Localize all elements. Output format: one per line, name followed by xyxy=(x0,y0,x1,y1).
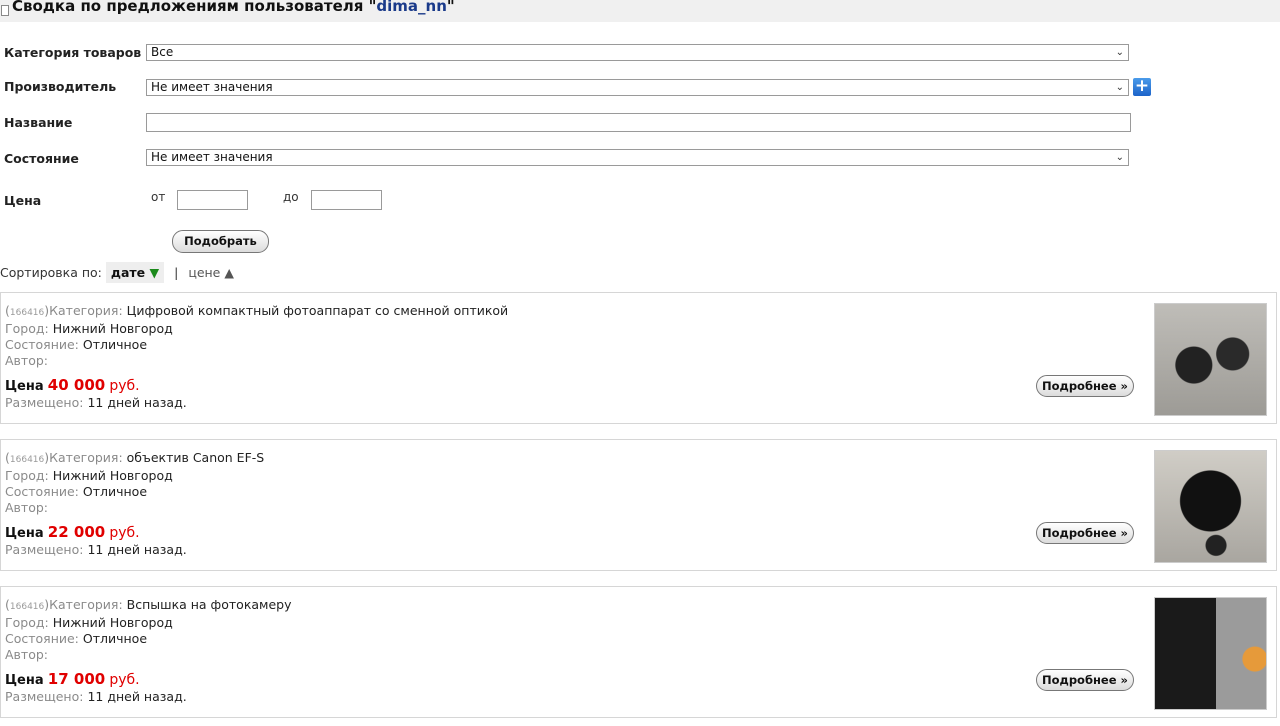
listing-posted: 11 дней назад. xyxy=(87,689,187,704)
sort-by-price-label: цене xyxy=(188,265,221,280)
sort-by-date[interactable]: дате ▼ xyxy=(105,262,165,283)
submit-filter-button[interactable]: Подобрать xyxy=(172,230,269,253)
name-input[interactable] xyxy=(146,113,1131,132)
listing-thumbnail[interactable] xyxy=(1154,303,1267,416)
price-from-input[interactable] xyxy=(177,190,248,210)
currency-label: руб. xyxy=(109,672,140,688)
price-to-label: до xyxy=(283,190,299,204)
category-field-label: Категория: xyxy=(49,597,123,612)
listing-condition: Отличное xyxy=(82,631,148,646)
document-icon xyxy=(1,5,9,16)
manufacturer-select[interactable]: Не имеет значения ⌄ xyxy=(146,79,1129,96)
listing-category: объектив Canon EF-S xyxy=(126,450,265,465)
city-field-label: Город: xyxy=(5,615,49,630)
sort-desc-icon: ▼ xyxy=(149,265,160,280)
price-label: Цена xyxy=(4,193,42,208)
listing-category: Цифровой компактный фотоаппарат со сменн… xyxy=(126,303,509,318)
listing-price: 40 000 xyxy=(47,376,106,394)
condition-field-label: Состояние: xyxy=(5,484,79,499)
listing-card: (166416)Категория: Цифровой компактный ф… xyxy=(0,292,1277,424)
listing-condition: Отличное xyxy=(82,337,148,352)
chevron-down-icon: ⌄ xyxy=(1115,152,1124,163)
currency-label: руб. xyxy=(109,525,140,541)
listing-id: 166416 xyxy=(9,308,45,318)
plus-icon: + xyxy=(1134,76,1150,96)
listing-card: (166416)Категория: объектив Canon EF-S Г… xyxy=(0,439,1277,571)
listing-category: Вспышка на фотокамеру xyxy=(126,597,292,612)
posted-field-label: Размещено: xyxy=(5,395,84,410)
city-field-label: Город: xyxy=(5,468,49,483)
listing-card: (166416)Категория: Вспышка на фотокамеру… xyxy=(0,586,1277,718)
listing-city: Нижний Новгород xyxy=(52,321,173,336)
page-header: Сводка по предложениям пользователя "dim… xyxy=(0,0,1280,22)
currency-label: руб. xyxy=(109,378,140,394)
title-prefix: Сводка по предложениям пользователя " xyxy=(12,0,377,15)
username[interactable]: dima_nn xyxy=(376,0,447,15)
manufacturer-select-value: Не имеет значения xyxy=(151,80,273,94)
listing-id: 166416 xyxy=(9,455,45,465)
listing-city: Нижний Новгород xyxy=(52,615,173,630)
author-field-label: Автор: xyxy=(5,353,48,368)
listing-id: 166416 xyxy=(9,602,45,612)
condition-select[interactable]: Не имеет значения ⌄ xyxy=(146,149,1129,166)
condition-select-value: Не имеет значения xyxy=(151,150,273,164)
name-label: Название xyxy=(4,115,73,130)
chevron-down-icon: ⌄ xyxy=(1115,47,1124,58)
sort-bar: Сортировка по: дате ▼ | цене ▲ xyxy=(0,262,234,283)
sort-separator: | xyxy=(174,265,179,280)
listing-thumbnail[interactable] xyxy=(1154,597,1267,710)
price-from-label: от xyxy=(151,190,166,204)
details-button[interactable]: Подробнее » xyxy=(1036,375,1134,397)
manufacturer-label: Производитель xyxy=(4,79,117,94)
category-field-label: Категория: xyxy=(49,450,123,465)
category-field-label: Категория: xyxy=(49,303,123,318)
category-label: Категория товаров xyxy=(4,45,142,60)
condition-field-label: Состояние: xyxy=(5,337,79,352)
sort-by-price[interactable]: цене ▲ xyxy=(188,265,234,280)
price-to-input[interactable] xyxy=(311,190,382,210)
author-field-label: Автор: xyxy=(5,647,48,662)
sort-by-date-label: дате xyxy=(110,265,146,280)
title-suffix: " xyxy=(446,0,455,15)
condition-label: Состояние xyxy=(4,151,79,166)
posted-field-label: Размещено: xyxy=(5,542,84,557)
listing-posted: 11 дней назад. xyxy=(87,395,187,410)
listing-posted: 11 дней назад. xyxy=(87,542,187,557)
chevron-down-icon: ⌄ xyxy=(1115,82,1124,93)
listing-price: 22 000 xyxy=(47,523,106,541)
add-manufacturer-button[interactable]: + xyxy=(1133,78,1151,96)
sort-label: Сортировка по: xyxy=(0,265,102,280)
price-field-label: Цена xyxy=(5,673,44,688)
price-field-label: Цена xyxy=(5,379,44,394)
listing-price: 17 000 xyxy=(47,670,106,688)
category-select[interactable]: Все ⌄ xyxy=(146,44,1129,61)
category-select-value: Все xyxy=(151,45,174,59)
listing-condition: Отличное xyxy=(82,484,148,499)
posted-field-label: Размещено: xyxy=(5,689,84,704)
page-title: Сводка по предложениям пользователя "dim… xyxy=(12,0,455,15)
listing-city: Нижний Новгород xyxy=(52,468,173,483)
condition-field-label: Состояние: xyxy=(5,631,79,646)
details-button[interactable]: Подробнее » xyxy=(1036,669,1134,691)
author-field-label: Автор: xyxy=(5,500,48,515)
price-field-label: Цена xyxy=(5,526,44,541)
listing-thumbnail[interactable] xyxy=(1154,450,1267,563)
details-button[interactable]: Подробнее » xyxy=(1036,522,1134,544)
sort-asc-icon: ▲ xyxy=(224,265,234,280)
city-field-label: Город: xyxy=(5,321,49,336)
